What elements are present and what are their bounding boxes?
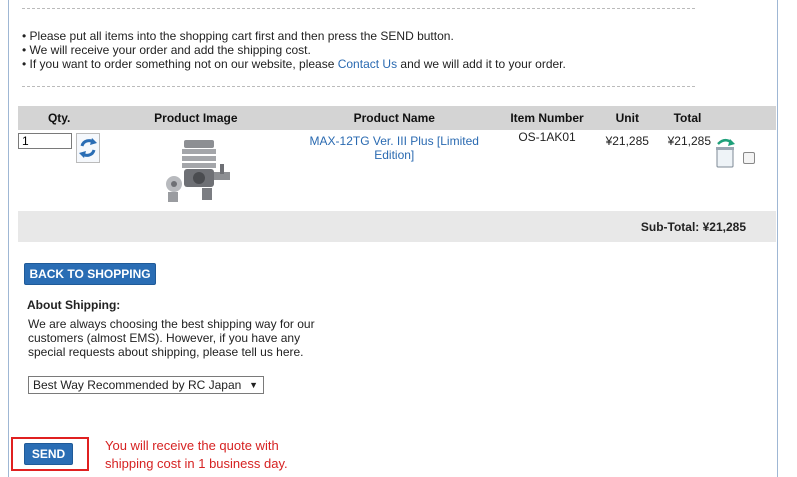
back-to-shopping-button[interactable]: BACK TO SHOPPING (24, 263, 156, 285)
page-frame-left-border (8, 0, 9, 477)
product-image-cell (100, 130, 292, 211)
refresh-icon[interactable] (76, 133, 101, 163)
chevron-down-icon: ▼ (249, 380, 258, 390)
trash-icon[interactable] (714, 137, 736, 169)
send-button[interactable]: SEND (24, 443, 73, 465)
right-margin (778, 0, 797, 477)
divider-bottom (22, 86, 695, 87)
instruction-text: and we will add it to your order. (397, 57, 566, 71)
unit-price: ¥21,285 (596, 130, 658, 211)
total-price: ¥21,285 (667, 134, 711, 148)
shipping-method-select[interactable]: Best Way Recommended by RC Japan ▼ (28, 376, 264, 394)
cart-header-row: Qty. Product Image Product Name Item Num… (18, 106, 776, 130)
shipping-description: We are always choosing the best shipping… (28, 317, 315, 359)
subtotal-row: Sub-Total: ¥21,285 (18, 211, 776, 242)
quote-annotation: You will receive the quote with shipping… (105, 437, 288, 473)
header-product-image: Product Image (154, 111, 238, 125)
header-unit: Unit (615, 111, 639, 125)
header-total: Total (673, 111, 702, 125)
divider-top (22, 8, 695, 9)
cart-item-row: MAX-12TG Ver. III Plus [Limited Edition]… (18, 130, 776, 211)
header-product-name: Product Name (353, 111, 435, 125)
header-item-number: Item Number (510, 111, 584, 125)
cart-table: Qty. Product Image Product Name Item Num… (18, 106, 776, 242)
instruction-line: • We will receive your order and add the… (22, 43, 311, 57)
instruction-line: • Please put all items into the shopping… (22, 29, 454, 43)
contact-us-link[interactable]: Contact Us (338, 57, 397, 71)
quote-annotation-line: You will receive the quote with (105, 438, 279, 453)
remove-checkbox[interactable] (742, 152, 755, 164)
instruction-line: • If you want to order something not on … (22, 57, 566, 71)
instructions: • Please put all items into the shopping… (22, 29, 566, 71)
item-number: OS-1AK01 (497, 130, 597, 211)
product-name-link[interactable]: MAX-12TG Ver. III Plus [Limited Edition] (291, 130, 498, 211)
total-cell: ¥21,285 (657, 130, 776, 211)
qty-input[interactable] (18, 133, 72, 149)
shipping-heading: About Shipping: (27, 298, 121, 312)
qty-cell (18, 130, 101, 211)
subtotal: Sub-Total: ¥21,285 (18, 211, 776, 242)
product-image[interactable] (145, 134, 246, 206)
instruction-text: • If you want to order something not on … (22, 57, 338, 71)
shipping-method-value: Best Way Recommended by RC Japan (33, 378, 242, 392)
header-qty: Qty. (47, 111, 71, 125)
quote-annotation-line: shipping cost in 1 business day. (105, 456, 288, 471)
